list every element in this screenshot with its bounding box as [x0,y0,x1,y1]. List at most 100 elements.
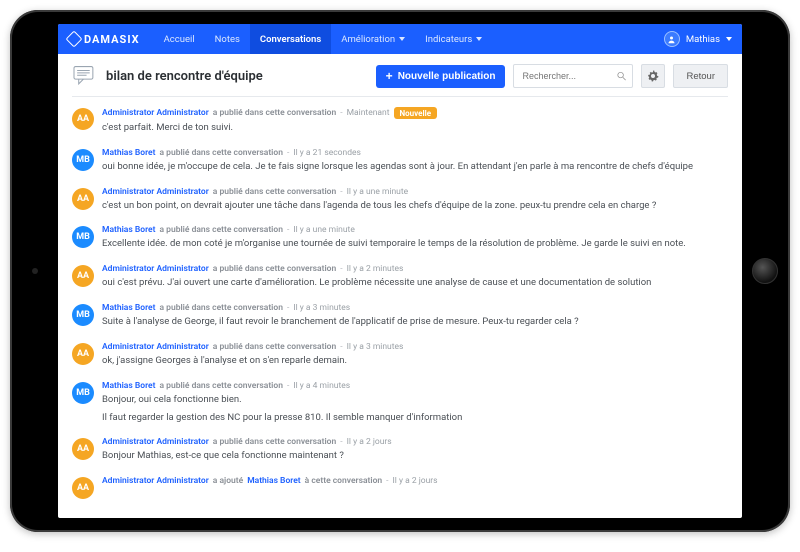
brand-logo[interactable]: DAMASIX [68,33,140,46]
nav-item-indicateurs[interactable]: Indicateurs [415,24,492,54]
message-text: c'est un bon point, on devrait ajouter u… [102,200,728,213]
settings-button[interactable] [641,64,665,88]
author-link[interactable]: Administrator Administrator [102,476,209,486]
nav-item-accueil[interactable]: Accueil [154,24,205,54]
search-input[interactable] [513,64,633,88]
nav-item-label: Indicateurs [425,34,472,45]
message-action-suffix: à cette conversation [305,476,382,486]
message-text: oui bonne idée, je m'occupe de cela. Je … [102,161,728,174]
message-body: Administrator Administrator a publié dans… [102,437,728,463]
message-body: Mathias Boret a publié dans cette convers… [102,381,728,425]
message-time: Il y a 21 secondes [293,148,361,158]
author-avatar: AA [72,188,94,210]
author-avatar: MB [72,382,94,404]
separator: - [287,148,289,158]
message-text: Bonjour Mathias, est-ce que cela fonctio… [102,450,728,463]
author-link[interactable]: Mathias Boret [102,225,155,235]
user-menu[interactable]: Mathias [664,31,732,47]
brand-text: DAMASIX [84,33,140,46]
message-time: Il y a une minute [347,187,409,197]
author-link[interactable]: Administrator Administrator [102,264,209,274]
message-header: Mathias Boret a publié dans cette convers… [102,148,728,158]
separator: - [340,187,342,197]
message-action: a publié dans cette conversation [213,108,336,118]
message-body: Administrator Administrator a publié dans… [102,264,728,290]
message-row: AA Administrator Administrator a publié da… [72,181,728,220]
message-body: Mathias Boreta publié dans cette convers… [102,225,728,251]
nav-item-label: Accueil [164,34,195,45]
message-body: Mathias Boret a publié dans cette convers… [102,148,728,174]
message-header: Mathias Boreta publié dans cette convers… [102,225,728,235]
user-avatar-icon [664,31,680,47]
message-row: AAAdministrator Administratora publié da… [72,336,728,375]
message-action: a publié dans cette conversation [213,264,336,274]
message-header: Administrator Administratora ajoutéMathi… [102,476,728,486]
message-time: Il y a 3 minutes [347,342,404,352]
new-badge: Nouvelle [394,107,438,119]
message-body: Administrator Administrator a publié dans… [102,342,728,368]
author-avatar: AA [72,438,94,460]
message-time: Il y a 2 jours [347,437,392,447]
message-action: a publié dans cette conversation [213,187,336,197]
author-link[interactable]: Mathias Boret [102,381,155,391]
author-link[interactable]: Mathias Boret [102,148,155,158]
nav-item-label: Amélioration [341,34,395,45]
chevron-down-icon [476,37,482,41]
new-publication-label: Nouvelle publication [398,71,496,82]
nav-item-notes[interactable]: Notes [205,24,250,54]
brand-icon [66,31,83,48]
new-publication-button[interactable]: + Nouvelle publication [376,65,506,88]
message-row: MB Mathias Boret a publié dans cette conve… [72,375,728,432]
page-header: bilan de rencontre d'équipe + Nouvelle p… [58,54,742,96]
page-title: bilan de rencontre d'équipe [106,69,263,84]
chevron-down-icon [399,37,405,41]
message-row: MB Mathias Boreta publié dans cette conve… [72,297,728,336]
message-time: Il y a une minute [293,225,355,235]
message-row: AA Administrator Administratora ajoutéMat… [72,470,728,506]
separator: - [287,381,289,391]
message-time: Il y a 2 minutes [347,264,404,274]
tablet-camera [32,268,38,274]
message-header: Administrator Administrator a publié dans… [102,107,728,119]
author-link[interactable]: Mathias Boret [102,303,155,313]
message-action: a publié dans cette conversation [213,342,336,352]
message-list: AA Administrator Administrator a publié da… [58,97,742,518]
message-header: Administrator Administrator a publié dans… [102,264,728,274]
author-avatar: MB [72,304,94,326]
author-avatar: MB [72,226,94,248]
message-time: Il y a 3 minutes [293,303,350,313]
gear-icon [647,70,659,82]
message-text: Il faut regarder la gestion des NC pour … [102,412,728,425]
nav-item-amélioration[interactable]: Amélioration [331,24,415,54]
author-link[interactable]: Administrator Administrator [102,437,209,447]
message-header: Mathias Boreta publié dans cette convers… [102,303,728,313]
message-row: MB Mathias Boret a publié dans cette conve… [72,142,728,181]
message-text: oui c'est prévu. J'ai ouvert une carte d… [102,277,728,290]
nav-item-label: Conversations [260,34,321,45]
conversation-icon [72,65,98,87]
back-button[interactable]: Retour [673,64,728,88]
author-link[interactable]: Administrator Administrator [102,342,209,352]
target-author-link[interactable]: Mathias Boret [247,476,300,486]
message-action: a publié dans cette conversation [213,437,336,447]
message-row: AA Administrator Administrator a publié da… [72,101,728,142]
chevron-down-icon [726,37,732,41]
nav-item-conversations[interactable]: Conversations [250,24,331,54]
author-avatar: MB [72,149,94,171]
author-link[interactable]: Administrator Administrator [102,187,209,197]
author-avatar: AA [72,108,94,130]
tablet-frame: DAMASIX Accueil Notes Conversations Amélior… [10,10,790,532]
message-action: a publié dans cette conversation [159,148,282,158]
author-link[interactable]: Administrator Administrator [102,108,209,118]
separator: - [386,476,388,486]
separator: - [340,108,342,118]
message-body: Administrator Administratora ajoutéMathi… [102,476,728,499]
search-box [513,64,633,88]
message-row: AAAdministrator Administratora publié da… [72,258,728,297]
message-time: Maintenant [347,108,390,118]
separator: - [287,225,289,235]
author-avatar: AA [72,477,94,499]
message-action: a publié dans cette conversation [159,381,282,391]
tablet-home-button[interactable] [752,258,778,284]
message-body: Mathias Boreta publié dans cette convers… [102,303,728,329]
